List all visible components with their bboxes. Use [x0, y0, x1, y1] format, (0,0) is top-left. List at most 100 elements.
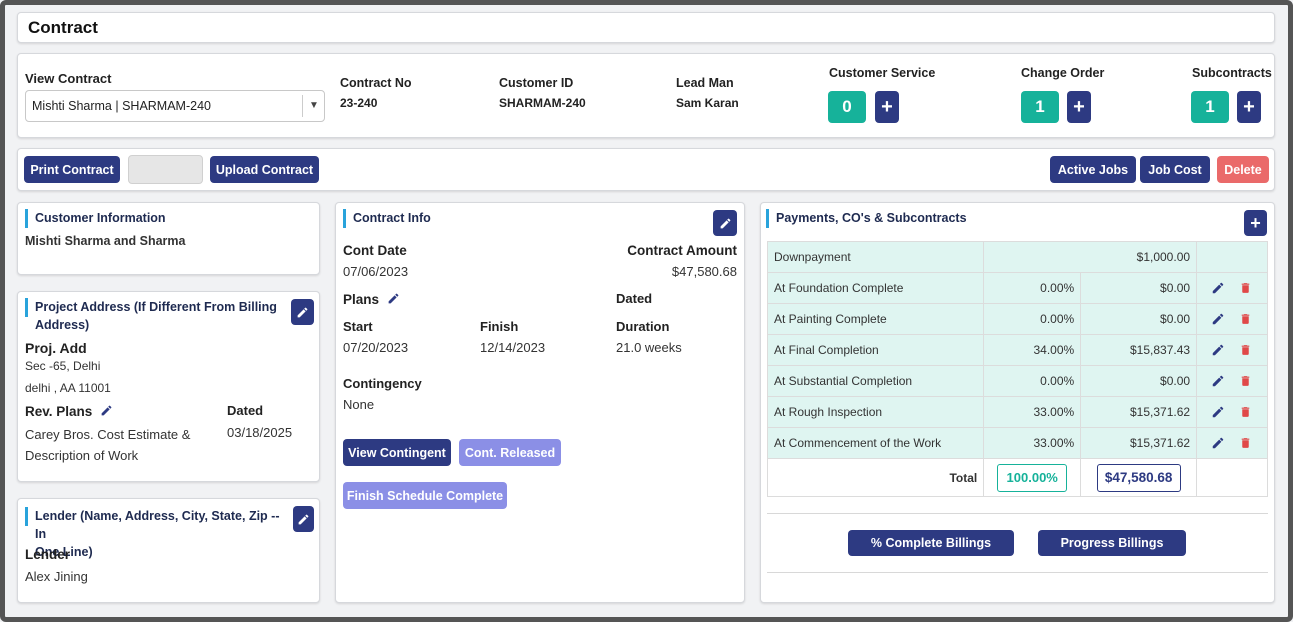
subcontracts-label: Subcontracts — [1192, 66, 1272, 80]
trash-icon[interactable] — [1239, 436, 1252, 450]
total-empty — [1196, 458, 1268, 497]
cont-date-value: 07/06/2023 — [343, 264, 409, 279]
view-contingent-button[interactable]: View Contingent — [343, 439, 451, 466]
payments-divider-top — [767, 513, 1268, 514]
payment-amount: $0.00 — [1080, 272, 1198, 304]
pencil-icon[interactable] — [387, 292, 400, 305]
payment-actions — [1196, 334, 1268, 366]
contingency-value: None — [343, 397, 375, 412]
table-row: At Substantial Completion 0.00% $0.00 — [766, 365, 1268, 397]
lead-man-value: Sam Karan — [676, 96, 739, 110]
cont-date-label: Cont Date — [343, 243, 407, 258]
complete-billings-button[interactable]: % Complete Billings — [848, 530, 1014, 556]
payment-actions — [1196, 272, 1268, 304]
plans-label: Plans — [343, 292, 400, 307]
trash-icon[interactable] — [1239, 312, 1252, 326]
total-row: Total 100.00% $47,580.68 — [766, 458, 1268, 497]
lender-card: Lender (Name, Address, City, State, Zip … — [17, 498, 320, 603]
payment-amount: $15,371.62 — [1080, 396, 1198, 428]
add-change-order-button[interactable]: + — [1067, 91, 1091, 123]
payment-actions — [1196, 396, 1268, 428]
payment-percent: 0.00% — [983, 303, 1082, 335]
table-row: At Rough Inspection 33.00% $15,371.62 — [766, 396, 1268, 428]
payment-actions — [1196, 365, 1268, 397]
payment-percent: 0.00% — [983, 272, 1082, 304]
pencil-icon[interactable] — [1211, 405, 1225, 419]
pencil-icon[interactable] — [1211, 374, 1225, 388]
payment-name: Downpayment — [766, 241, 985, 273]
subcontracts-count[interactable]: 1 — [1191, 91, 1229, 123]
view-contract-select[interactable]: Mishti Sharma | SHARMAM-240 ▼ — [25, 90, 325, 122]
print-contract-button[interactable]: Print Contract — [24, 156, 120, 183]
edit-project-address-button[interactable] — [291, 299, 314, 325]
lender-value: Alex Jining — [25, 569, 88, 584]
progress-billings-button[interactable]: Progress Billings — [1038, 530, 1186, 556]
pencil-icon[interactable] — [1211, 312, 1225, 326]
trash-icon[interactable] — [1239, 281, 1252, 295]
trash-icon[interactable] — [1239, 374, 1252, 388]
pencil-icon — [297, 307, 308, 317]
customer-information-title: Customer Information — [25, 209, 166, 228]
finish-value: 12/14/2023 — [480, 340, 546, 355]
rev-plans-line2: Description of Work — [25, 448, 139, 463]
proj-add-label: Proj. Add — [25, 340, 87, 356]
active-jobs-button[interactable]: Active Jobs — [1050, 156, 1136, 183]
payment-actions — [1196, 427, 1268, 459]
payments-divider-bottom — [767, 572, 1268, 573]
title-bar: Contract — [17, 12, 1275, 43]
contingency-label: Contingency — [343, 376, 422, 391]
customer-information-card: Customer Information Mishti Sharma and S… — [17, 202, 320, 275]
contract-no-label: Contract No — [340, 76, 412, 90]
edit-lender-button[interactable] — [293, 506, 314, 532]
project-address-title-line1: Project Address (If Different From Billi… — [35, 300, 277, 314]
project-address-title-line2: Address) — [35, 318, 90, 332]
blank-button[interactable] — [128, 155, 203, 184]
edit-contract-info-button[interactable] — [713, 210, 737, 236]
add-subcontract-button[interactable]: + — [1237, 91, 1261, 123]
payment-percent: 0.00% — [983, 365, 1082, 397]
payment-name: At Rough Inspection — [766, 396, 985, 428]
pencil-icon[interactable] — [1211, 343, 1225, 357]
trash-icon[interactable] — [1239, 343, 1252, 357]
total-amount: $47,580.68 — [1096, 463, 1181, 492]
rev-plans-label: Rev. Plans — [25, 404, 113, 419]
payment-percent: 33.00% — [983, 396, 1082, 428]
upload-contract-button[interactable]: Upload Contract — [210, 156, 319, 183]
table-row: At Commencement of the Work 33.00% $15,371… — [766, 427, 1268, 459]
customer-service-count[interactable]: 0 — [828, 91, 866, 123]
lender-label: Lender — [25, 547, 71, 562]
pencil-icon[interactable] — [100, 404, 113, 417]
table-row: Downpayment $1,000.00 — [766, 241, 1268, 273]
payments-table: Downpayment $1,000.00 At Foundation Comple… — [766, 241, 1268, 497]
total-label: Total — [766, 458, 985, 497]
customer-id-value: SHARMAM-240 — [499, 96, 586, 110]
proj-add-line1: Sec -65, Delhi — [25, 359, 101, 373]
add-customer-service-button[interactable]: + — [875, 91, 899, 123]
add-payment-button[interactable]: + — [1244, 210, 1267, 236]
payment-amount: $15,837.43 — [1080, 334, 1198, 366]
change-order-count[interactable]: 1 — [1021, 91, 1059, 123]
chevron-down-icon[interactable]: ▼ — [309, 100, 319, 111]
finish-schedule-complete-button[interactable]: Finish Schedule Complete — [343, 482, 507, 509]
customer-name: Mishti Sharma and Sharma — [25, 234, 186, 248]
rev-plans-label-text: Rev. Plans — [25, 404, 93, 419]
pencil-icon[interactable] — [1211, 281, 1225, 295]
table-row: At Final Completion 34.00% $15,837.43 — [766, 334, 1268, 366]
job-cost-button[interactable]: Job Cost — [1140, 156, 1210, 183]
payment-name: At Painting Complete — [766, 303, 985, 335]
payment-actions — [1196, 241, 1268, 273]
delete-button[interactable]: Delete — [1217, 156, 1269, 183]
contract-info-card: Contract Info Cont Date 07/06/2023 Contr… — [335, 202, 745, 603]
view-contract-value: Mishti Sharma | SHARMAM-240 — [32, 99, 211, 113]
pencil-icon[interactable] — [1211, 436, 1225, 450]
contract-amount-value: $47,580.68 — [671, 264, 737, 279]
rev-plans-dated-value: 03/18/2025 — [227, 425, 293, 440]
plans-label-text: Plans — [343, 292, 380, 307]
start-value: 07/20/2023 — [343, 340, 409, 355]
start-label: Start — [343, 319, 373, 334]
payment-amount: $0.00 — [1080, 303, 1198, 335]
change-order-label: Change Order — [1021, 66, 1105, 80]
trash-icon[interactable] — [1239, 405, 1252, 419]
proj-add-line2: delhi , AA 11001 — [25, 381, 111, 395]
cont-released-button[interactable]: Cont. Released — [459, 439, 561, 466]
